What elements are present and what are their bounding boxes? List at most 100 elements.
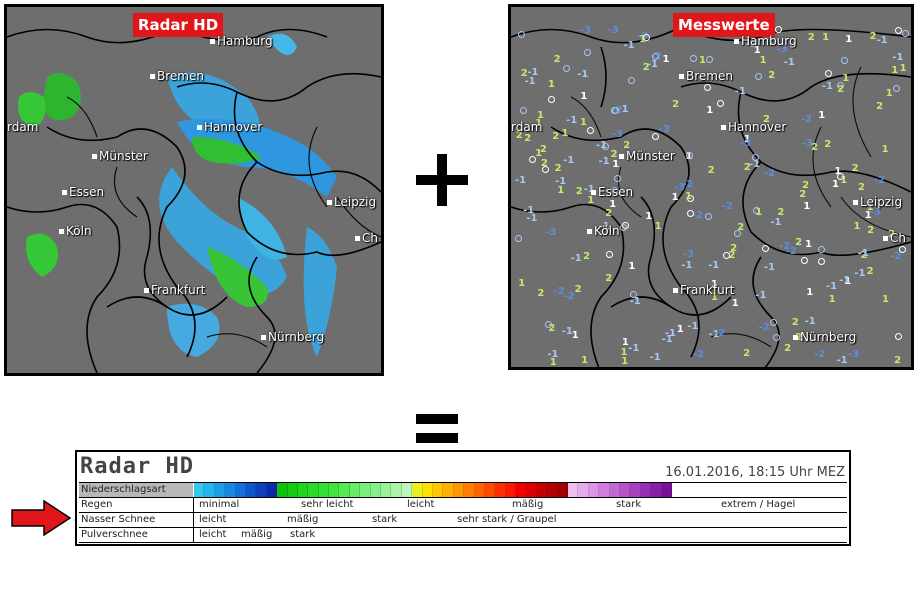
station-value: -2 — [785, 245, 797, 257]
color-swatch — [329, 483, 340, 497]
station-value: -2 — [692, 348, 704, 360]
color-swatch — [339, 483, 350, 497]
station-value: -2 — [714, 328, 726, 339]
color-swatch — [308, 483, 319, 497]
color-swatch — [318, 483, 330, 497]
color-swatch — [204, 483, 215, 497]
level-label: sehr stark / Graupel — [457, 514, 557, 525]
color-swatch — [256, 483, 267, 497]
plus-icon — [416, 154, 468, 206]
city-label-dam: rdam — [511, 120, 543, 134]
city-label-essen: Essen — [591, 185, 633, 199]
color-swatch — [235, 483, 246, 497]
color-swatch — [245, 483, 257, 497]
station-value: 1 — [885, 87, 893, 99]
station-ring-icon — [895, 332, 902, 340]
station-value: 2 — [837, 83, 845, 95]
station-value: 2 — [894, 354, 902, 366]
color-swatch — [266, 483, 278, 497]
station-value: -1 — [826, 280, 838, 292]
station-ring-icon — [751, 154, 759, 162]
station-value: 2 — [851, 163, 859, 175]
station-value: 1 — [645, 211, 653, 222]
color-swatch — [287, 483, 298, 497]
level-label: minimal — [199, 499, 240, 510]
color-swatch — [640, 483, 652, 497]
color-swatch — [651, 483, 662, 497]
station-value: -1 — [623, 39, 635, 51]
legend-header-label: Niederschlagsart — [81, 484, 166, 495]
station-value: -1 — [770, 217, 782, 229]
level-label: sehr leicht — [301, 499, 354, 510]
level-label: leicht — [199, 514, 227, 525]
color-swatch — [277, 483, 288, 497]
measure-map: 2 1 1 2 1 2 2 -2 2 -1 2 -2 1 1 -1 -1 -3 1 2 -1 -2 1 1 1 -2 -1 -2 -1… — [508, 4, 914, 370]
station-value: -1 — [555, 176, 567, 188]
city-label-ch: Ch — [883, 231, 906, 245]
city-label-leipzig: Leipzig — [853, 195, 902, 209]
color-swatch — [620, 483, 631, 497]
legend-row-regen: Regen minimal sehr leicht leicht mäßig s… — [79, 497, 847, 512]
color-swatch — [630, 483, 641, 497]
city-label-frankfurt: Frankfurt — [673, 283, 734, 297]
city-label-dam: rdam — [7, 120, 39, 134]
color-scale — [194, 483, 672, 497]
station-ring-icon — [841, 56, 849, 64]
station-value: -1 — [628, 343, 640, 355]
station-value: -2 — [553, 285, 565, 297]
station-value: 1 — [806, 286, 814, 298]
level-label: leicht — [407, 499, 435, 510]
level-label: stark — [372, 514, 398, 525]
color-swatch — [401, 483, 413, 497]
station-value: 1 — [699, 55, 706, 67]
station-value: 2 — [858, 182, 865, 194]
station-value: 1 — [581, 355, 589, 367]
color-swatch — [412, 483, 423, 497]
legend-row-label: Regen — [81, 499, 113, 510]
station-value: 2 — [672, 99, 680, 110]
station-ring-icon — [817, 257, 825, 265]
station-value: -2 — [764, 168, 776, 180]
city-label-leipzig: Leipzig — [327, 195, 376, 209]
station-value: -1 — [598, 156, 610, 168]
station-value: -3 — [848, 349, 860, 361]
city-label-frankfurt: Frankfurt — [144, 283, 205, 297]
station-value: 1 — [891, 64, 899, 76]
legend-datetime: 16.01.2016, 18:15 Uhr MEZ — [665, 465, 845, 480]
station-value: -1 — [577, 68, 589, 80]
station-value: 2 — [552, 130, 560, 142]
station-value: 1 — [580, 91, 588, 103]
station-value: -1 — [764, 262, 776, 274]
station-ring-icon — [818, 245, 826, 253]
station-value: -1 — [629, 296, 641, 308]
color-swatch — [360, 483, 371, 497]
station-value: 1 — [882, 293, 889, 305]
station-value: 2 — [553, 53, 561, 65]
station-ring-icon — [705, 56, 713, 64]
city-label-nuernberg: Nürnberg — [793, 330, 856, 344]
station-value: 1 — [580, 116, 587, 128]
station-value: 2 — [610, 149, 618, 160]
station-ring-icon — [772, 333, 780, 341]
city-label-hannover: Hannover — [197, 120, 262, 134]
level-label: leicht — [199, 529, 227, 540]
color-swatch — [599, 483, 610, 497]
station-value: -3 — [682, 249, 694, 261]
station-value: -1 — [563, 155, 575, 167]
station-value: 1 — [518, 278, 526, 290]
color-swatch — [484, 483, 496, 497]
station-value: 1 — [548, 78, 555, 90]
station-value: -1 — [876, 35, 888, 47]
station-value: -1 — [783, 56, 795, 68]
level-label: extrem / Hagel — [721, 499, 796, 510]
station-value: 1 — [834, 165, 842, 177]
city-label-muenster: Münster — [619, 149, 675, 163]
legend-row-label: Pulverschnee — [81, 529, 148, 540]
city-label-ch: Ch — [355, 231, 378, 245]
color-swatch — [194, 483, 205, 497]
station-value: -1 — [547, 348, 559, 360]
city-label-bremen: Bremen — [150, 69, 204, 83]
station-ring-icon — [563, 64, 570, 72]
station-value: 1 — [609, 199, 617, 211]
level-label: stark — [290, 529, 316, 540]
